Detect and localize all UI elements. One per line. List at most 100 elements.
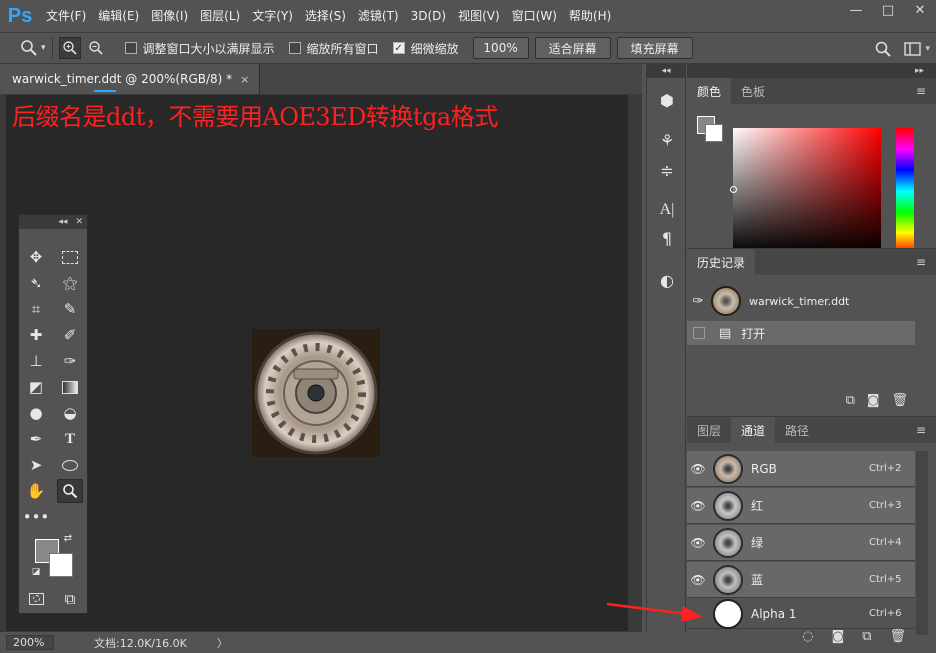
history-source-checkbox[interactable] bbox=[693, 327, 705, 339]
document-tab[interactable]: warwick_timer.ddt @ 200%(RGB/8) * × bbox=[0, 64, 261, 94]
canvas-area[interactable]: 后缀名是ddt，不需要用AOE3ED转换tga格式 bbox=[6, 95, 628, 653]
eyedropper-tool-icon[interactable]: ✎ bbox=[57, 297, 83, 321]
zoom-level-field[interactable]: 200% bbox=[6, 635, 54, 650]
default-colors-icon[interactable]: ◪ bbox=[29, 565, 43, 579]
menu-file[interactable]: 文件(F) bbox=[40, 0, 92, 32]
3d-panel-icon[interactable]: ⬢ bbox=[655, 88, 679, 112]
toolbox-header[interactable]: ◂◂ ✕ bbox=[19, 215, 87, 229]
move-tool-icon[interactable]: ✥ bbox=[23, 245, 49, 269]
status-menu-arrow[interactable]: 〉 bbox=[217, 635, 228, 651]
blur-tool-icon[interactable]: ● bbox=[23, 401, 49, 425]
tab-layers[interactable]: 图层 bbox=[687, 417, 731, 443]
healing-brush-tool-icon[interactable]: ✚ bbox=[23, 323, 49, 347]
panel-menu-icon[interactable]: ≡ bbox=[916, 255, 926, 269]
camera-icon[interactable]: ◙ bbox=[867, 393, 880, 408]
fill-screen-button[interactable]: 填充屏幕 bbox=[616, 37, 693, 59]
clone-stamp-tool-icon[interactable]: ⊥ bbox=[23, 349, 49, 373]
channel-row-red[interactable]: 👁 红 Ctrl+3 bbox=[687, 488, 915, 524]
history-brush-tool-icon[interactable]: ✑ bbox=[57, 349, 83, 373]
tab-channels[interactable]: 通道 bbox=[731, 417, 776, 443]
hue-slider[interactable] bbox=[888, 128, 914, 257]
lasso-tool-icon[interactable]: ➴ bbox=[23, 271, 49, 295]
trash-icon[interactable]: 🗑 bbox=[891, 393, 908, 408]
channel-row-alpha[interactable]: Alpha 1 Ctrl+6 bbox=[687, 598, 915, 629]
dodge-tool-icon[interactable]: ◒ bbox=[57, 401, 83, 425]
channel-row-green[interactable]: 👁 绿 Ctrl+4 bbox=[687, 525, 915, 561]
path-selection-tool-icon[interactable]: ➤ bbox=[23, 453, 49, 477]
search-icon[interactable] bbox=[874, 40, 892, 58]
background-color-swatch[interactable] bbox=[705, 124, 723, 142]
tab-color[interactable]: 颜色 bbox=[687, 78, 732, 104]
close-icon[interactable]: × bbox=[240, 73, 249, 86]
menu-edit[interactable]: 编辑(E) bbox=[92, 0, 145, 32]
zoom-out-button[interactable] bbox=[85, 37, 107, 59]
swap-colors-icon[interactable]: ⇄ bbox=[61, 531, 75, 545]
brush-presets-icon[interactable]: ⚘ bbox=[655, 128, 679, 152]
zoom-100-button[interactable]: 100% bbox=[472, 37, 529, 59]
menu-view[interactable]: 视图(V) bbox=[452, 0, 506, 32]
character-panel-icon[interactable]: A| bbox=[655, 198, 679, 222]
menu-image[interactable]: 图像(I) bbox=[145, 0, 194, 32]
menu-layer[interactable]: 图层(L) bbox=[194, 0, 246, 32]
scrubby-zoom-checkbox[interactable]: ✓ 细微缩放 bbox=[392, 40, 459, 57]
load-selection-icon[interactable]: ◌ bbox=[802, 629, 813, 644]
resize-windows-checkbox[interactable]: 调整窗口大小以满屏显示 bbox=[124, 40, 275, 57]
magic-wand-tool-icon[interactable]: ⚝ bbox=[57, 271, 83, 295]
panels-collapse-icon[interactable]: ▸▸ bbox=[687, 64, 936, 78]
eye-icon[interactable]: 👁 bbox=[687, 573, 709, 587]
eye-icon[interactable]: 👁 bbox=[687, 536, 709, 550]
vertical-scrollbar[interactable] bbox=[628, 95, 642, 631]
minimize-button[interactable]: — bbox=[840, 0, 872, 20]
type-tool-icon[interactable]: T bbox=[57, 427, 83, 451]
history-brush-icon[interactable]: ✑ bbox=[687, 294, 709, 309]
menu-help[interactable]: 帮助(H) bbox=[563, 0, 617, 32]
document-image[interactable] bbox=[252, 329, 380, 457]
new-document-from-state-icon[interactable]: ⧉ bbox=[846, 393, 855, 408]
channel-row-blue[interactable]: 👁 蓝 Ctrl+5 bbox=[687, 562, 915, 598]
trash-icon[interactable]: 🗑 bbox=[889, 629, 906, 644]
close-icon[interactable]: ✕ bbox=[75, 217, 83, 227]
zoom-tool-icon[interactable] bbox=[57, 479, 83, 503]
color-field[interactable] bbox=[730, 128, 881, 254]
maximize-button[interactable]: □ bbox=[872, 0, 904, 20]
background-color-swatch[interactable] bbox=[49, 553, 73, 577]
chevron-down-icon[interactable]: ▾ bbox=[925, 44, 930, 54]
more-tools-icon[interactable]: ••• bbox=[23, 505, 50, 529]
zoom-in-button[interactable] bbox=[58, 37, 81, 59]
tab-history[interactable]: 历史记录 bbox=[687, 249, 756, 275]
fit-screen-button[interactable]: 适合屏幕 bbox=[534, 37, 611, 59]
paragraph-panel-icon[interactable]: ¶ bbox=[655, 226, 679, 250]
ellipse-tool-icon[interactable] bbox=[57, 453, 83, 477]
pen-tool-icon[interactable]: ✒ bbox=[23, 427, 49, 451]
zoom-all-windows-checkbox[interactable]: 缩放所有窗口 bbox=[288, 40, 379, 57]
marquee-tool-icon[interactable] bbox=[57, 245, 83, 269]
tool-preset-picker[interactable]: ▾ bbox=[20, 39, 46, 57]
menu-select[interactable]: 选择(S) bbox=[299, 0, 352, 32]
eye-icon[interactable]: 👁 bbox=[687, 499, 709, 513]
menu-type[interactable]: 文字(Y) bbox=[246, 0, 299, 32]
history-step[interactable]: ▤ 打开 bbox=[687, 321, 915, 345]
gradient-tool-icon[interactable] bbox=[57, 375, 83, 399]
tab-paths[interactable]: 路径 bbox=[775, 417, 819, 443]
new-channel-icon[interactable]: ⧉ bbox=[862, 629, 871, 644]
channel-row-rgb[interactable]: 👁 RGB Ctrl+2 bbox=[687, 451, 915, 487]
panel-menu-icon[interactable]: ≡ bbox=[916, 84, 926, 98]
eraser-tool-icon[interactable]: ◩ bbox=[23, 375, 49, 399]
screen-mode-icon[interactable]: ⧉ bbox=[57, 587, 83, 611]
history-snapshot[interactable]: ✑ warwick_timer.ddt bbox=[687, 283, 915, 319]
hand-tool-icon[interactable]: ✋ bbox=[23, 479, 49, 503]
eye-icon[interactable]: 👁 bbox=[687, 462, 709, 476]
collapse-icon[interactable]: ◂◂ bbox=[58, 217, 67, 227]
close-window-button[interactable]: ✕ bbox=[904, 0, 936, 20]
save-selection-icon[interactable]: ◙ bbox=[832, 629, 845, 644]
quick-mask-icon[interactable] bbox=[23, 587, 49, 611]
crop-tool-icon[interactable]: ⌗ bbox=[23, 297, 49, 321]
channels-scrollbar[interactable] bbox=[916, 451, 928, 635]
tab-swatches[interactable]: 色板 bbox=[731, 78, 775, 104]
strip-collapse-icon[interactable]: ◂◂ bbox=[647, 64, 685, 78]
workspace-icon[interactable] bbox=[904, 41, 922, 57]
menu-filter[interactable]: 滤镜(T) bbox=[352, 0, 405, 32]
adjust-sliders-icon[interactable]: ≑ bbox=[655, 158, 679, 182]
adjustments-icon[interactable]: ◐ bbox=[655, 268, 679, 292]
menu-3d[interactable]: 3D(D) bbox=[405, 0, 452, 32]
